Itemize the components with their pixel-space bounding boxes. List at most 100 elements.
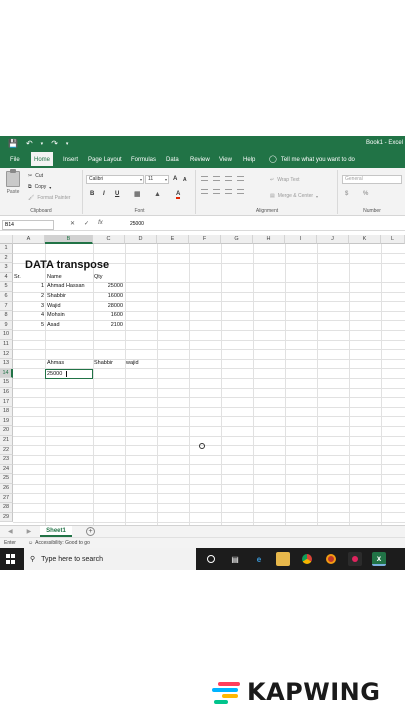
customize-qat-icon[interactable]: ▾ bbox=[66, 139, 69, 149]
row-header[interactable]: 13 bbox=[0, 359, 13, 369]
row-header[interactable]: 2 bbox=[0, 253, 13, 264]
row-header[interactable]: 22 bbox=[0, 445, 13, 456]
borders-icon[interactable]: ▦ bbox=[134, 190, 141, 198]
column-header[interactable]: I bbox=[285, 235, 317, 244]
bottom-align-icon[interactable] bbox=[225, 176, 232, 181]
row-header[interactable]: 16 bbox=[0, 388, 13, 398]
font-size-select[interactable]: 11 ▾ bbox=[145, 175, 169, 184]
row-header[interactable]: 29 bbox=[0, 512, 13, 523]
task-view-icon[interactable]: ▤ bbox=[228, 552, 242, 566]
paste-button[interactable]: Paste bbox=[3, 169, 23, 199]
row-header[interactable]: 28 bbox=[0, 503, 13, 513]
column-header[interactable]: G bbox=[221, 235, 253, 244]
row-header[interactable]: 7 bbox=[0, 301, 13, 312]
redo-icon[interactable]: ↷ bbox=[51, 139, 58, 149]
percent-button[interactable]: % bbox=[363, 191, 368, 197]
italic-button[interactable]: I bbox=[103, 191, 105, 197]
row-header[interactable]: 6 bbox=[0, 292, 13, 302]
row-header[interactable]: 19 bbox=[0, 416, 13, 427]
tab-help[interactable]: Help bbox=[240, 152, 258, 168]
chrome-icon[interactable] bbox=[300, 552, 314, 566]
font-name-select[interactable]: Calibri ▾ bbox=[86, 175, 144, 184]
column-header[interactable]: A bbox=[13, 235, 45, 244]
number-format-select[interactable]: General bbox=[342, 175, 402, 184]
column-header[interactable]: L bbox=[381, 235, 405, 244]
row-header[interactable]: 24 bbox=[0, 464, 13, 475]
align-right-icon[interactable] bbox=[225, 189, 232, 194]
cortana-icon[interactable] bbox=[204, 552, 218, 566]
row-header[interactable]: 14 bbox=[0, 368, 13, 379]
select-all-corner[interactable] bbox=[0, 235, 13, 244]
center-icon[interactable] bbox=[213, 189, 220, 194]
fx-icon[interactable]: fx bbox=[98, 220, 103, 227]
row-header[interactable]: 9 bbox=[0, 320, 13, 331]
row-header[interactable]: 10 bbox=[0, 330, 13, 340]
format-painter-button[interactable]: 🖌 Format Painter bbox=[28, 195, 70, 201]
row-header[interactable]: 27 bbox=[0, 493, 13, 504]
tab-home[interactable]: Home bbox=[31, 152, 54, 168]
tab-formulas[interactable]: Formulas bbox=[128, 152, 159, 168]
row-header[interactable]: 12 bbox=[0, 349, 13, 360]
column-header[interactable]: F bbox=[189, 235, 221, 244]
orientation-icon[interactable] bbox=[237, 176, 244, 181]
active-cell[interactable]: 25000 bbox=[45, 368, 93, 379]
row-header[interactable]: 20 bbox=[0, 426, 13, 436]
next-sheet-icon[interactable]: ▶ bbox=[27, 528, 32, 535]
cancel-icon[interactable]: ✕ bbox=[70, 220, 75, 227]
formula-input[interactable]: 25000 bbox=[130, 221, 144, 227]
save-icon[interactable]: 💾 bbox=[8, 139, 18, 149]
column-header[interactable]: E bbox=[157, 235, 189, 244]
column-header[interactable]: K bbox=[349, 235, 381, 244]
increase-font-button[interactable]: A bbox=[173, 176, 177, 182]
worksheet-grid[interactable]: A B C D E F G H I J K L 1 2 3 4 5 6 7 8 … bbox=[0, 235, 405, 525]
add-sheet-icon[interactable]: + bbox=[86, 527, 95, 536]
bold-button[interactable]: B bbox=[90, 191, 94, 197]
fill-color-icon[interactable]: ▲ bbox=[154, 191, 161, 198]
row-header[interactable]: 3 bbox=[0, 263, 13, 273]
row-header[interactable]: 15 bbox=[0, 378, 13, 388]
windows-start-icon[interactable] bbox=[6, 554, 16, 564]
middle-align-icon[interactable] bbox=[213, 176, 220, 181]
merge-center-button[interactable]: ▤ Merge & Center ▾ bbox=[270, 193, 318, 199]
row-header[interactable]: 11 bbox=[0, 340, 13, 350]
sheet-tab[interactable]: Sheet1 bbox=[40, 526, 72, 537]
decrease-font-button[interactable]: A bbox=[183, 177, 187, 183]
row-header[interactable]: 26 bbox=[0, 484, 13, 494]
taskbar-search[interactable]: ⚲ Type here to search bbox=[24, 548, 196, 570]
name-box[interactable]: B14 bbox=[2, 220, 54, 230]
undo-icon[interactable]: ↶ bbox=[26, 139, 33, 149]
align-left-icon[interactable] bbox=[201, 189, 208, 194]
row-header[interactable]: 18 bbox=[0, 407, 13, 417]
column-header[interactable]: B bbox=[45, 235, 93, 244]
file-explorer-icon[interactable] bbox=[276, 552, 290, 566]
cut-button[interactable]: ✂ Cut bbox=[28, 173, 43, 179]
column-header[interactable]: C bbox=[93, 235, 125, 244]
column-header[interactable]: H bbox=[253, 235, 285, 244]
row-header[interactable]: 5 bbox=[0, 282, 13, 292]
indent-icon[interactable] bbox=[237, 189, 244, 194]
row-header[interactable]: 1 bbox=[0, 244, 13, 254]
column-header[interactable]: J bbox=[317, 235, 349, 244]
font-color-icon[interactable]: A bbox=[176, 191, 181, 199]
tell-me-box[interactable]: ◯ Tell me what you want to do bbox=[266, 152, 358, 168]
row-header[interactable]: 4 bbox=[0, 272, 13, 283]
previous-sheet-icon[interactable]: ◀ bbox=[8, 528, 13, 535]
copy-button[interactable]: ⧉ Copy ▾ bbox=[28, 184, 51, 190]
tab-file[interactable]: File bbox=[7, 152, 23, 168]
enter-icon[interactable]: ✓ bbox=[84, 220, 89, 227]
row-header[interactable]: 23 bbox=[0, 455, 13, 465]
column-header[interactable]: D bbox=[125, 235, 157, 244]
chrome-canary-icon[interactable] bbox=[324, 552, 338, 566]
top-align-icon[interactable] bbox=[201, 176, 208, 181]
row-header[interactable]: 21 bbox=[0, 436, 13, 446]
tab-page-layout[interactable]: Page Layout bbox=[85, 152, 125, 168]
tab-view[interactable]: View bbox=[216, 152, 235, 168]
currency-button[interactable]: $ bbox=[345, 191, 348, 197]
excel-taskbar-icon[interactable]: x bbox=[372, 552, 386, 566]
underline-button[interactable]: U bbox=[115, 191, 119, 197]
wrap-text-button[interactable]: ↵ Wrap Text bbox=[270, 177, 300, 183]
recorder-icon[interactable] bbox=[348, 552, 362, 566]
tab-insert[interactable]: Insert bbox=[60, 152, 81, 168]
row-header[interactable]: 17 bbox=[0, 397, 13, 408]
chevron-down-icon[interactable]: ▾ bbox=[41, 139, 44, 149]
